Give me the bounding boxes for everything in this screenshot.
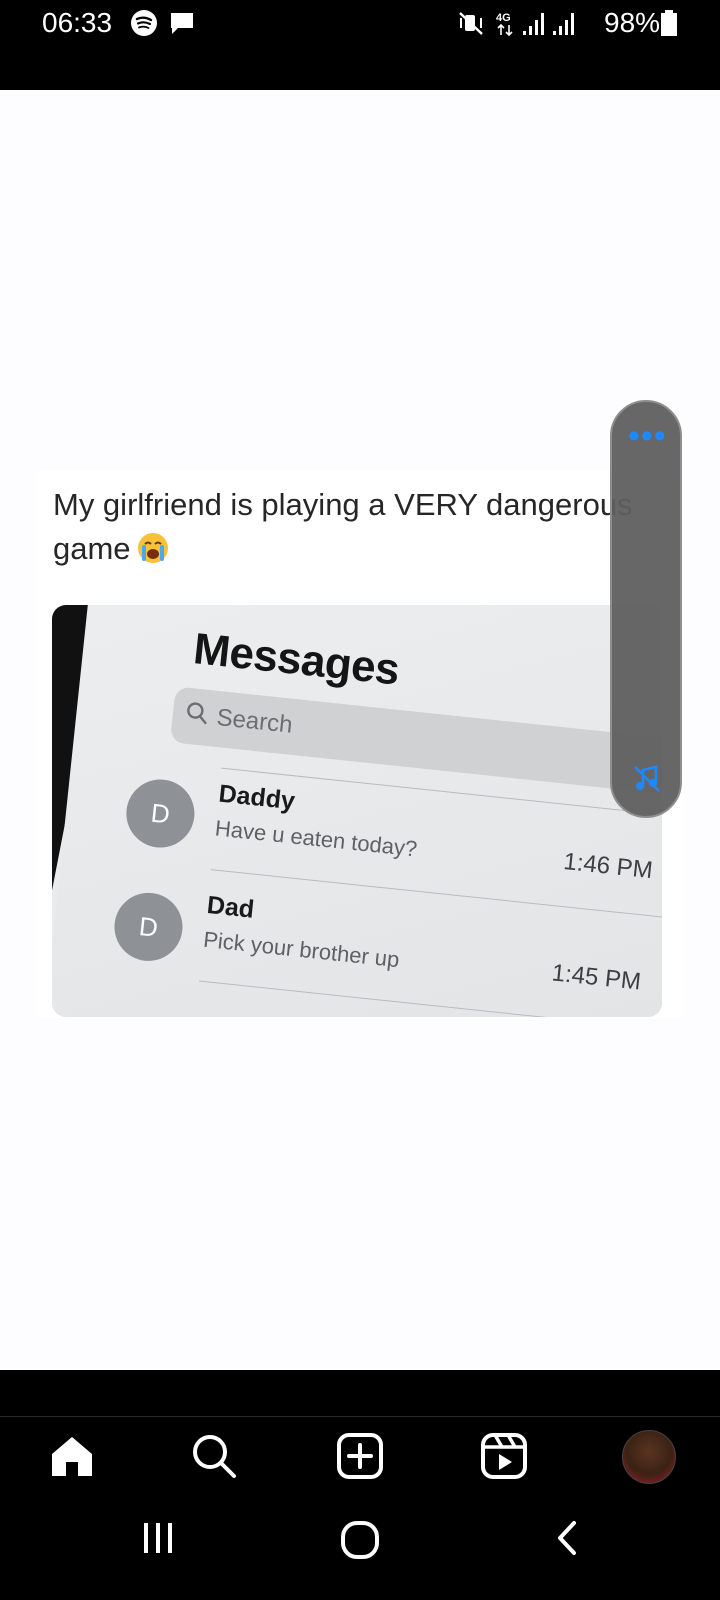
recents-icon[interactable] bbox=[140, 1520, 176, 1556]
bottom-nav bbox=[0, 1370, 720, 1600]
conversation-name: Daddy bbox=[217, 779, 297, 816]
conversation-preview: Pick your brother up bbox=[202, 926, 401, 973]
more-dots-icon[interactable]: ••• bbox=[628, 419, 667, 453]
home-icon[interactable] bbox=[48, 1432, 96, 1480]
post-caption: My girlfriend is playing a VERY dangerou… bbox=[53, 483, 673, 571]
music-off-icon[interactable] bbox=[632, 764, 662, 794]
search-icon[interactable] bbox=[190, 1432, 238, 1480]
chevron-right-icon: › bbox=[659, 966, 662, 999]
network-4g-icon: 4G bbox=[496, 12, 513, 37]
reels-icon[interactable] bbox=[480, 1432, 528, 1480]
search-icon bbox=[187, 702, 207, 725]
battery-icon bbox=[661, 10, 677, 36]
conversation-preview: Have u eaten today? bbox=[213, 815, 419, 862]
conversation-name: Dad bbox=[205, 890, 256, 924]
nav-divider bbox=[0, 1416, 720, 1417]
conversation-avatar: D bbox=[111, 889, 186, 965]
conversation-avatar: D bbox=[123, 776, 198, 851]
chat-bubble-icon bbox=[171, 13, 193, 34]
conversation-time: 1:45 PM bbox=[550, 959, 643, 996]
signal-icon-2 bbox=[553, 13, 574, 35]
messages-search-bar: Search bbox=[169, 686, 662, 797]
create-icon[interactable] bbox=[336, 1432, 384, 1480]
status-bar: 06:33 4G 98% bbox=[0, 0, 720, 90]
battery-percent: 98% bbox=[604, 7, 661, 38]
profile-avatar[interactable] bbox=[622, 1430, 676, 1484]
conversation-time: 1:46 PM bbox=[562, 847, 654, 885]
messages-search-placeholder: Search bbox=[215, 703, 294, 739]
mute-vibrate-icon bbox=[459, 12, 483, 35]
post-image[interactable]: Messages Search D Daddy Have u eaten tod… bbox=[52, 605, 662, 1017]
phone-screen: Messages Search D Daddy Have u eaten tod… bbox=[52, 605, 662, 1017]
back-icon[interactable] bbox=[550, 1520, 586, 1556]
svg-text:4G: 4G bbox=[496, 12, 511, 24]
home-circle-icon[interactable] bbox=[340, 1520, 380, 1560]
loudly-crying-face-emoji bbox=[137, 533, 168, 563]
floating-side-panel[interactable]: ••• bbox=[610, 400, 682, 818]
status-time: 06:33 bbox=[42, 7, 113, 38]
signal-icon bbox=[523, 13, 544, 35]
spotify-icon bbox=[131, 10, 157, 36]
messages-title: Messages bbox=[191, 624, 402, 695]
